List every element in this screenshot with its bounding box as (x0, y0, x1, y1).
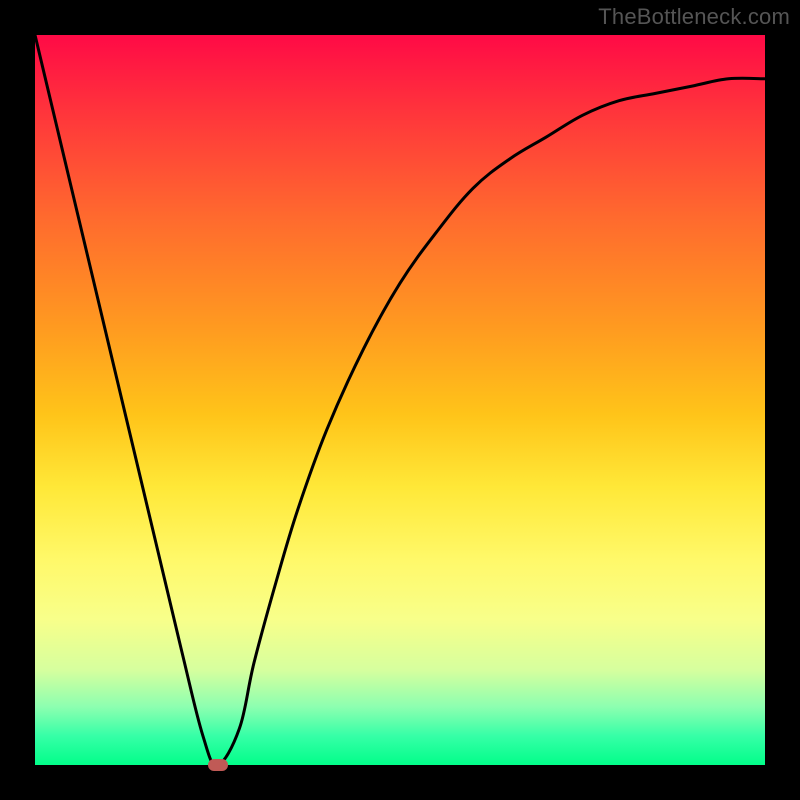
watermark-text: TheBottleneck.com (598, 4, 790, 30)
curve-svg (35, 35, 765, 765)
chart-frame: TheBottleneck.com (0, 0, 800, 800)
plot-area (35, 35, 765, 765)
bottleneck-curve (35, 35, 765, 765)
optimal-point-marker (208, 759, 228, 771)
